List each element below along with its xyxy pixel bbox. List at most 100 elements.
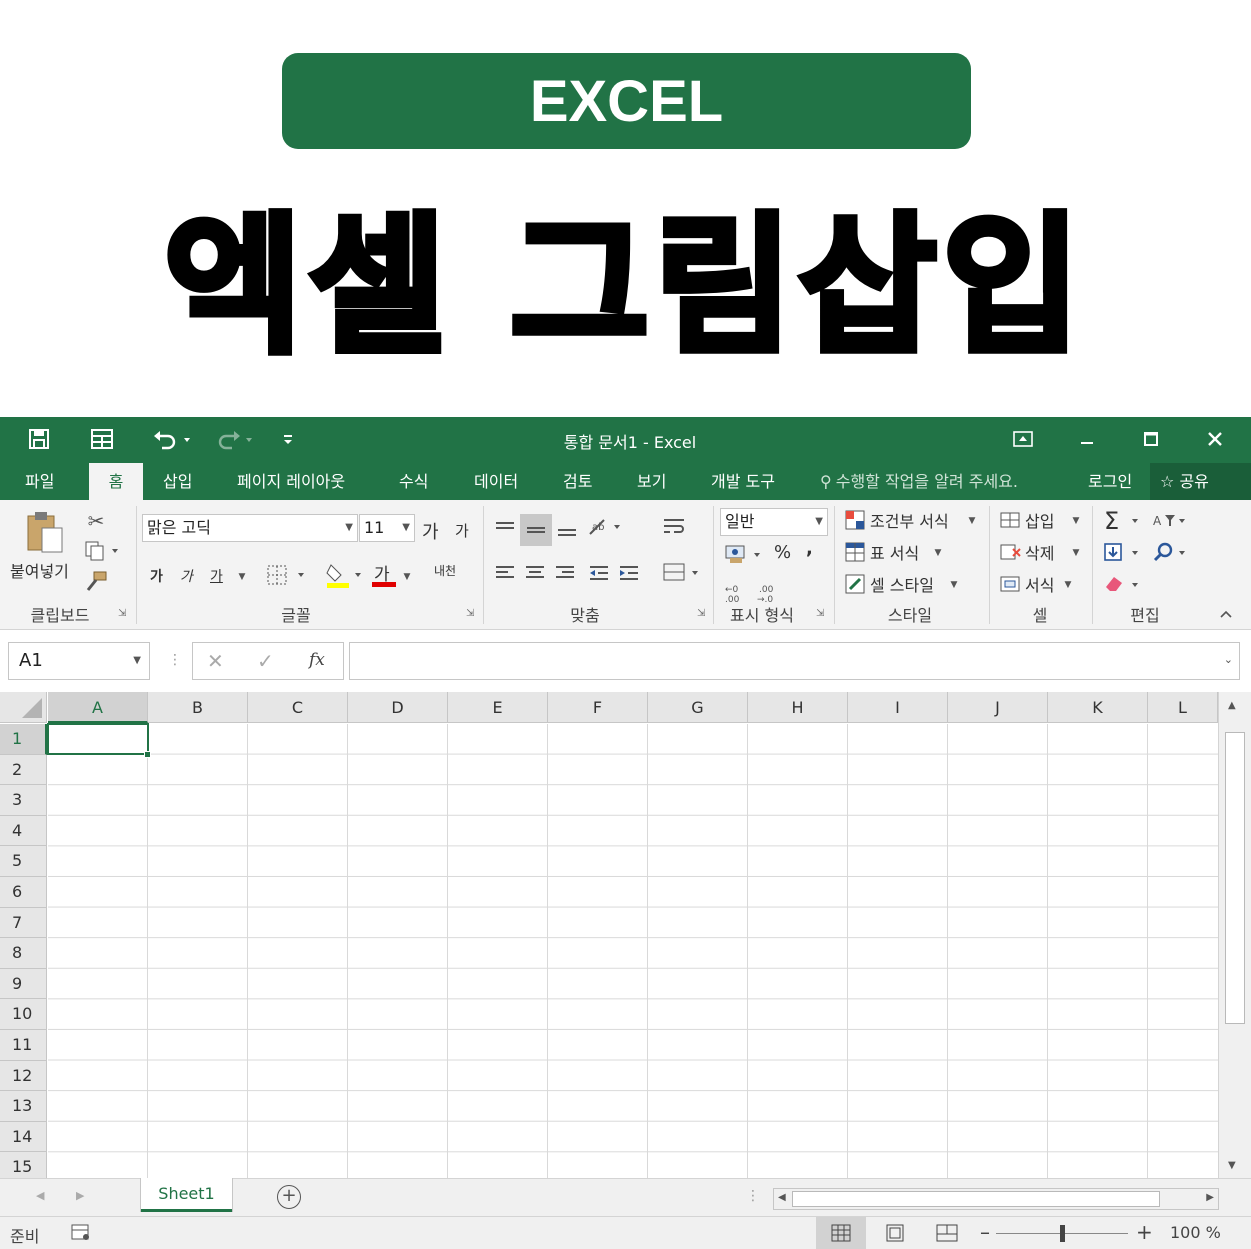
sort-filter-icon[interactable]: A [1150, 508, 1190, 532]
cancel-entry-icon[interactable]: ✕ [207, 649, 224, 673]
number-launcher-icon[interactable]: ⇲ [816, 608, 824, 619]
vertical-scroll-thumb[interactable] [1225, 732, 1245, 1024]
next-sheet-icon[interactable]: ▶ [76, 1189, 84, 1202]
chevron-down-icon[interactable]: ▼ [966, 514, 978, 528]
page-break-view-icon[interactable] [935, 1224, 959, 1246]
tab-developer[interactable]: 개발 도구 [703, 463, 783, 500]
prev-sheet-icon[interactable]: ◀ [36, 1189, 44, 1202]
collapse-ribbon-icon[interactable] [1216, 606, 1236, 622]
name-box[interactable]: A1 ▼ [8, 642, 150, 680]
format-cells-label[interactable]: 서식 [1025, 572, 1054, 596]
bold-button[interactable]: 가 [150, 566, 163, 586]
zoom-level[interactable]: 100 % [1170, 1223, 1221, 1242]
scroll-right-icon[interactable]: ▶ [1206, 1192, 1214, 1203]
increase-decimal-icon[interactable]: ←0.00 [722, 582, 748, 604]
minimize-icon[interactable] [1074, 425, 1100, 453]
scroll-left-icon[interactable]: ◀ [778, 1192, 786, 1203]
borders-icon[interactable] [264, 562, 310, 588]
tell-me-box[interactable]: ⚲ 수행할 작업을 알려 주세요. [820, 463, 1018, 500]
font-name-combo[interactable]: 맑은 고딕 ▼ [142, 514, 358, 542]
formula-input[interactable]: ⌄ [349, 642, 1240, 680]
column-header-i[interactable]: I [848, 692, 948, 723]
row-header-9[interactable]: 9 [0, 968, 47, 1000]
underline-button[interactable]: 가 [210, 566, 223, 586]
sign-in-link[interactable]: 로그인 [1080, 463, 1140, 500]
cell-styles-label[interactable]: 셀 스타일 [870, 572, 934, 596]
chevron-down-icon[interactable]: ▼ [1062, 578, 1074, 592]
number-format-combo[interactable]: 일반 ▼ [720, 508, 828, 536]
format-as-table-label[interactable]: 표 서식 [870, 540, 919, 564]
delete-cells-icon[interactable] [998, 540, 1022, 564]
conditional-formatting-label[interactable]: 조건부 서식 [870, 508, 949, 532]
close-icon[interactable] [1202, 425, 1228, 453]
align-left-icon[interactable] [492, 560, 518, 586]
active-cell-a1[interactable] [47, 723, 149, 755]
cell-area[interactable] [48, 724, 1218, 1178]
row-header-2[interactable]: 2 [0, 754, 47, 786]
page-layout-view-icon[interactable] [885, 1224, 905, 1246]
fill-icon[interactable] [1100, 540, 1144, 564]
ribbon-display-options-icon[interactable] [1010, 425, 1036, 453]
column-header-b[interactable]: B [148, 692, 248, 723]
column-header-j[interactable]: J [948, 692, 1048, 723]
maximize-icon[interactable] [1138, 425, 1164, 453]
tab-file[interactable]: 파일 [17, 463, 62, 500]
row-header-4[interactable]: 4 [0, 815, 47, 847]
align-center-icon[interactable] [522, 560, 548, 586]
zoom-in-icon[interactable]: + [1136, 1220, 1153, 1244]
chevron-down-icon[interactable]: ▼ [1070, 514, 1082, 528]
tab-review[interactable]: 검토 [555, 463, 600, 500]
font-size-combo[interactable]: 11 ▼ [359, 514, 415, 542]
row-header-8[interactable]: 8 [0, 938, 47, 969]
align-right-icon[interactable] [552, 560, 578, 586]
decrease-indent-icon[interactable] [586, 560, 612, 586]
shrink-font-button[interactable]: 가 [455, 520, 469, 541]
insert-cells-label[interactable]: 삽입 [1025, 508, 1054, 532]
scroll-down-icon[interactable]: ▼ [1228, 1160, 1236, 1171]
normal-view-button[interactable] [816, 1217, 866, 1249]
macro-recording-icon[interactable] [70, 1222, 92, 1246]
redo-icon[interactable] [212, 425, 256, 453]
chevron-down-icon[interactable]: ▼ [932, 546, 944, 560]
customize-qat-icon[interactable] [278, 425, 298, 453]
italic-button[interactable]: 가 [180, 566, 193, 586]
horizontal-scroll-thumb[interactable] [792, 1191, 1160, 1207]
column-header-h[interactable]: H [748, 692, 848, 723]
expand-formula-icon[interactable]: ⌄ [1224, 653, 1233, 666]
top-align-icon[interactable] [492, 516, 518, 542]
format-cells-icon[interactable] [998, 572, 1022, 596]
grow-font-button[interactable]: 가 [422, 518, 439, 544]
zoom-out-icon[interactable]: – [980, 1220, 990, 1244]
select-all-corner[interactable] [0, 692, 47, 723]
form-icon[interactable] [88, 425, 116, 453]
row-header-5[interactable]: 5 [0, 846, 47, 877]
zoom-slider-thumb[interactable] [1060, 1225, 1065, 1242]
fill-handle[interactable] [144, 751, 151, 758]
accounting-format-icon[interactable] [722, 540, 766, 568]
paste-icon[interactable] [22, 510, 68, 556]
format-painter-icon[interactable] [82, 568, 110, 594]
horizontal-scrollbar[interactable]: ◀ ▶ [773, 1188, 1219, 1210]
orientation-icon[interactable]: ab [586, 514, 626, 540]
column-header-g[interactable]: G [648, 692, 748, 723]
format-as-table-icon[interactable] [843, 540, 867, 564]
tab-formulas[interactable]: 수식 [391, 463, 436, 500]
paste-label[interactable]: 붙여넣기 [10, 558, 69, 582]
column-header-d[interactable]: D [348, 692, 448, 723]
row-header-15[interactable]: 15 [0, 1152, 47, 1178]
tab-insert[interactable]: 삽입 [155, 463, 200, 500]
row-header-12[interactable]: 12 [0, 1060, 47, 1092]
alignment-launcher-icon[interactable]: ⇲ [697, 608, 705, 619]
row-header-13[interactable]: 13 [0, 1091, 47, 1122]
cut-icon[interactable]: ✂ [82, 508, 110, 534]
phonetic-guide-button[interactable]: 내천 [434, 562, 456, 579]
row-header-14[interactable]: 14 [0, 1121, 47, 1153]
drag-handle-icon[interactable]: ⋮ [168, 652, 182, 668]
merge-center-icon[interactable] [660, 558, 704, 586]
row-header-1[interactable]: 1 [0, 724, 47, 755]
delete-cells-label[interactable]: 삭제 [1025, 540, 1054, 564]
chevron-down-icon[interactable]: ▼ [236, 570, 248, 584]
new-sheet-icon[interactable]: + [277, 1185, 301, 1209]
column-header-a[interactable]: A [48, 692, 148, 723]
clear-icon[interactable] [1100, 572, 1144, 596]
